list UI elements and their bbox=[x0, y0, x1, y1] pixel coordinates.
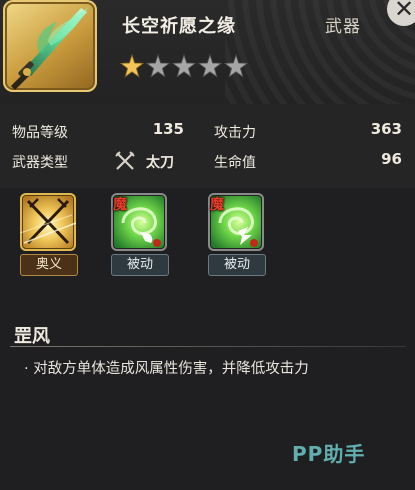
hp-value: 96 bbox=[381, 150, 402, 168]
star-empty-icon bbox=[172, 54, 196, 78]
attack-label: 攻击力 bbox=[214, 125, 256, 141]
skill-description: · 对敌方单体造成风属性伤害，并降低攻击力 bbox=[24, 357, 309, 378]
item-level-value: 135 bbox=[152, 120, 184, 138]
weapon-portrait bbox=[3, 0, 97, 92]
wind-swirl-icon: 魔 bbox=[208, 193, 264, 251]
star-empty-icon bbox=[198, 54, 222, 78]
weapon-type-label: 武器类型 bbox=[12, 155, 68, 171]
bullet: · bbox=[24, 361, 29, 377]
item-level-label: 物品等级 bbox=[12, 125, 68, 141]
wind-swirl-icon: 魔 bbox=[111, 193, 167, 251]
star-empty-icon bbox=[146, 54, 170, 78]
crossed-swords-icon bbox=[115, 151, 135, 170]
demon-badge: 魔 bbox=[210, 197, 224, 213]
skill-passive-2[interactable]: 魔 被动 bbox=[208, 193, 266, 276]
item-header: 长空祈愿之缘 武器 ✕ bbox=[0, 0, 415, 104]
skill-passive-1[interactable]: 魔 被动 bbox=[111, 193, 169, 276]
skill-tag: 被动 bbox=[111, 254, 169, 276]
skill-description-text: 对敌方单体造成风属性伤害，并降低攻击力 bbox=[33, 361, 309, 377]
watermark: PP助手 bbox=[292, 442, 366, 466]
skill-tag: 被动 bbox=[208, 254, 266, 276]
item-category: 武器 bbox=[325, 17, 361, 37]
star-filled-icon bbox=[120, 54, 144, 78]
skill-ultimate[interactable]: 奥义 bbox=[20, 193, 78, 276]
skill-title: 罡风 bbox=[14, 326, 50, 347]
crossed-blades-icon bbox=[20, 193, 76, 251]
weapon-type-value: 太刀 bbox=[146, 155, 174, 171]
section-divider bbox=[10, 346, 406, 347]
attack-value: 363 bbox=[370, 120, 402, 138]
stats-panel: 物品等级 135 攻击力 363 武器类型 太刀 生命值 96 bbox=[0, 104, 415, 188]
skill-tag: 奥义 bbox=[20, 254, 78, 276]
star-rating bbox=[120, 54, 248, 78]
item-name: 长空祈愿之缘 bbox=[122, 16, 236, 37]
close-icon: ✕ bbox=[393, 0, 415, 23]
hp-label: 生命值 bbox=[214, 155, 256, 171]
star-empty-icon bbox=[224, 54, 248, 78]
jade-blade-icon bbox=[11, 6, 89, 90]
demon-badge: 魔 bbox=[113, 197, 127, 213]
header-decoration bbox=[225, 0, 415, 104]
